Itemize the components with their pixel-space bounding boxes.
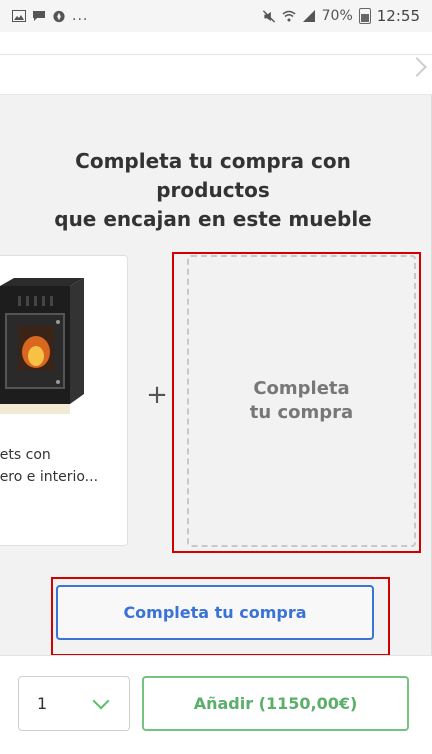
purchase-bar: 1 Añadir (1150,00€): [0, 655, 432, 754]
pellet-stove-image: [0, 274, 94, 414]
section-heading: Completa tu compra con productos que enc…: [18, 147, 408, 234]
chevron-down-icon: [92, 692, 110, 710]
status-right: 70% 12:55: [262, 7, 432, 25]
battery-percent: 70%: [321, 8, 353, 24]
status-bar: ... 70% 12:55: [0, 0, 432, 32]
divider: [0, 54, 432, 55]
quantity-select[interactable]: 1: [18, 676, 130, 731]
wifi-icon: [282, 10, 296, 22]
placeholder-line-2: tu compra: [249, 402, 354, 423]
complete-purchase-placeholder[interactable]: Completa tu compra: [187, 255, 416, 547]
heading-line-1: Completa tu compra con productos: [75, 149, 351, 202]
placeholder-label: Completa tu compra: [250, 377, 353, 425]
quantity-value: 1: [37, 694, 48, 713]
chevron-right-icon[interactable]: [407, 57, 427, 77]
product-name-line-1: llets con: [0, 447, 51, 463]
product-name-line-2: cero e interio...: [0, 469, 99, 485]
image-icon: [12, 10, 26, 22]
status-left: ...: [0, 8, 88, 24]
chat-icon: [33, 11, 45, 21]
mute-icon: [262, 9, 275, 23]
product-name[interactable]: llets con cero e interio...: [0, 444, 122, 488]
status-ellipsis: ...: [72, 8, 89, 24]
heading-line-2: que encajan en este mueble: [54, 207, 372, 231]
product-card[interactable]: llets con cero e interio...: [0, 255, 128, 546]
complete-purchase-section: Completa tu compra con productos que enc…: [0, 95, 432, 656]
add-to-cart-button[interactable]: Añadir (1150,00€): [142, 676, 409, 731]
battery-icon: [358, 8, 371, 24]
complete-purchase-button[interactable]: Completa tu compra: [56, 585, 374, 640]
clock: 12:55: [376, 7, 420, 25]
compass-icon: [53, 10, 65, 22]
signal-icon: [302, 10, 315, 22]
header-strip: [0, 32, 432, 95]
plus-icon: +: [146, 380, 168, 410]
placeholder-line-1: Completa: [253, 378, 350, 399]
